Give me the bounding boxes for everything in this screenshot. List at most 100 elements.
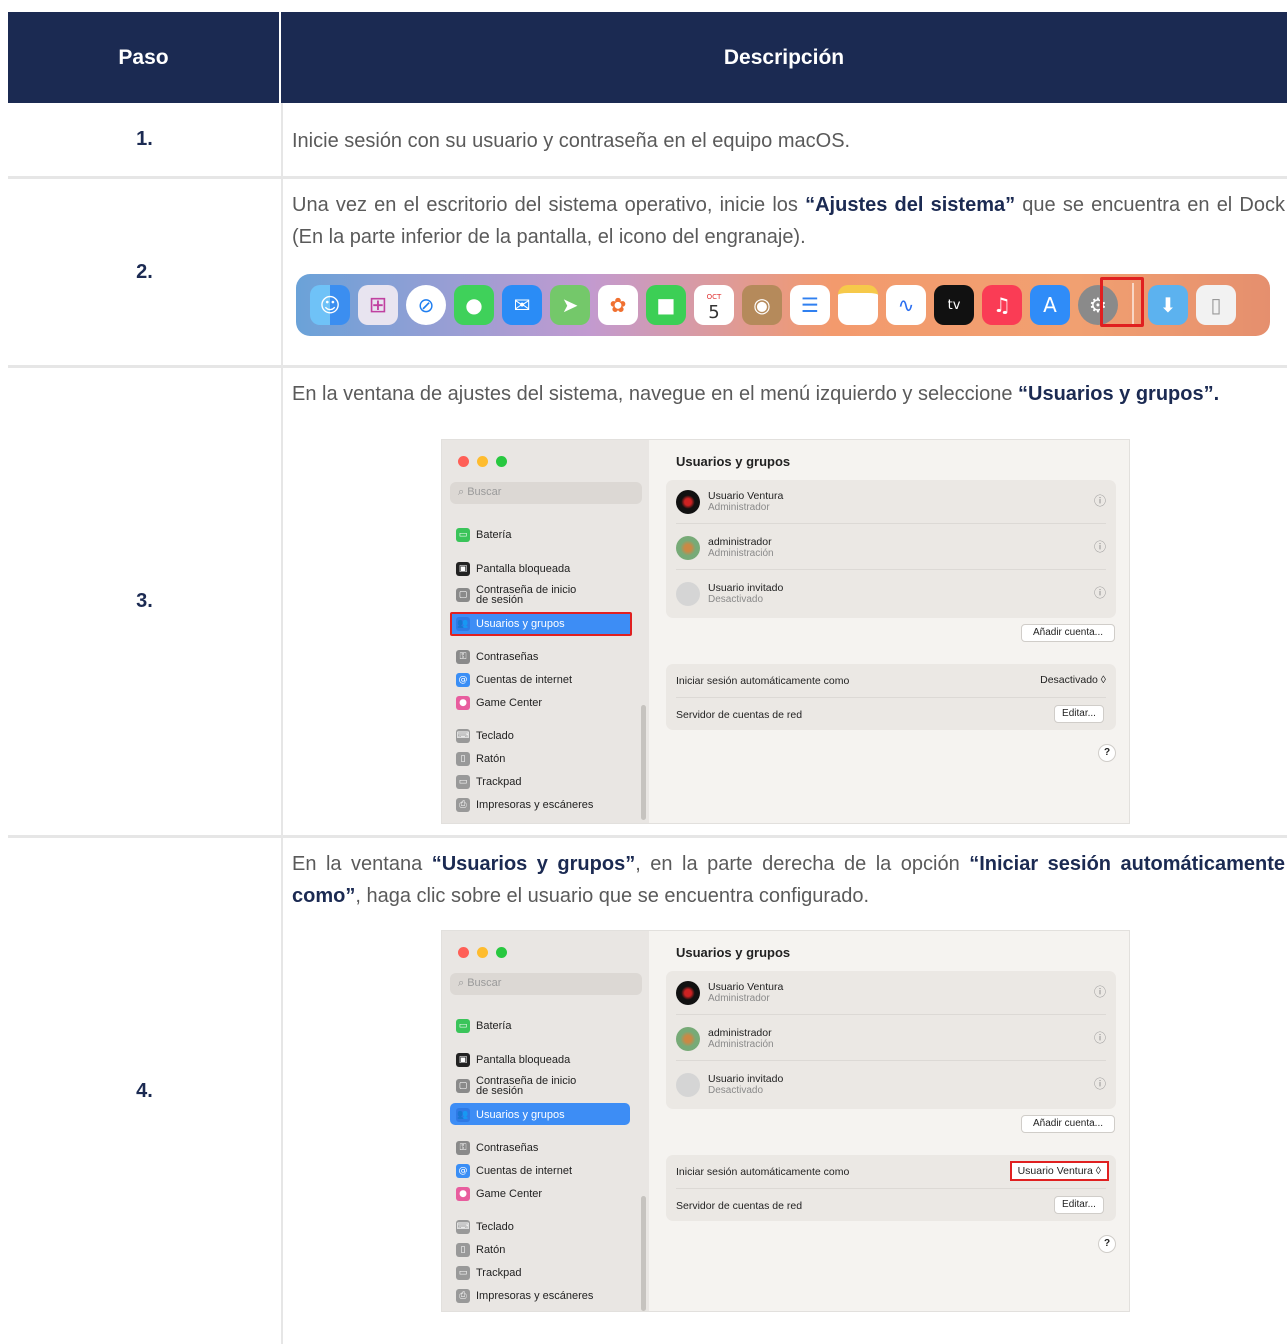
calendar-icon[interactable]: OCT 5: [694, 285, 734, 325]
sidebar-item-label: Impresoras y escáneres: [476, 1290, 594, 1302]
sidebar-item-battery[interactable]: ▭ Batería: [456, 528, 511, 542]
header-step: Paso: [8, 12, 281, 103]
sidebar-item-users[interactable]: 👥 Usuarios y grupos: [456, 617, 565, 631]
search-placeholder: Buscar: [467, 977, 502, 989]
safari-icon[interactable]: ⊘: [406, 285, 446, 325]
info-icon[interactable]: ⓘ: [1094, 983, 1106, 1000]
app-store-icon[interactable]: A: [1030, 285, 1070, 325]
step-number: 2.: [8, 179, 283, 365]
reminders-icon[interactable]: ☰: [790, 285, 830, 325]
sidebar-item-printers[interactable]: ⎙ Impresoras y escáneres: [456, 1289, 593, 1303]
avatar: [676, 536, 700, 560]
table-header: Paso Descripción: [8, 12, 1287, 103]
info-icon[interactable]: ⓘ: [1094, 584, 1106, 601]
close-button[interactable]: [458, 947, 469, 958]
finder-icon[interactable]: ☺: [310, 285, 350, 325]
trash-icon[interactable]: ▯: [1196, 285, 1236, 325]
text-segment: , en la parte derecha de la opción: [635, 853, 970, 875]
help-button[interactable]: ?: [1098, 744, 1116, 762]
freeform-icon[interactable]: ∿: [886, 285, 926, 325]
sidebar-item-printers[interactable]: ⎙ Impresoras y escáneres: [456, 798, 593, 812]
sidebar-item-trackpad[interactable]: ▭ Trackpad: [456, 775, 521, 789]
launchpad-icon[interactable]: ⊞: [358, 285, 398, 325]
info-icon[interactable]: ⓘ: [1094, 1075, 1106, 1092]
search-input[interactable]: ⌕ Buscar: [450, 482, 642, 504]
sidebar-item-label: Cuentas de internet: [476, 674, 573, 686]
sidebar-item-passwords[interactable]: ⚿ Contraseñas: [456, 1141, 538, 1155]
sidebar-item-lock-screen[interactable]: ▣ Pantalla bloqueada: [456, 562, 570, 576]
network-server-row: Servidor de cuentas de red Editar...: [676, 1188, 1106, 1221]
auto-login-label: Iniciar sesión automáticamente como: [676, 675, 850, 687]
list-item[interactable]: administrador Administración ⓘ: [676, 528, 1106, 570]
add-account-button[interactable]: Añadir cuenta...: [1021, 1115, 1115, 1133]
zoom-button[interactable]: [496, 456, 507, 467]
sidebar-item-keyboard[interactable]: ⌨ Teclado: [456, 1220, 514, 1234]
messages-icon[interactable]: ●: [454, 285, 494, 325]
tv-label: tv: [947, 297, 961, 313]
list-item[interactable]: Usuario Ventura Administrador ⓘ: [676, 973, 1106, 1015]
sidebar-scrollbar[interactable]: [641, 1196, 646, 1311]
contacts-icon[interactable]: ◉: [742, 285, 782, 325]
sidebar-item-mouse[interactable]: ▯ Ratón: [456, 1243, 505, 1257]
auto-login-select[interactable]: Desactivado ◊: [1040, 674, 1106, 686]
list-item[interactable]: Usuario Ventura Administrador ⓘ: [676, 482, 1106, 524]
add-account-button[interactable]: Añadir cuenta...: [1021, 624, 1115, 642]
auto-login-label: Iniciar sesión automáticamente como: [676, 1166, 850, 1178]
minimize-button[interactable]: [477, 456, 488, 467]
list-item[interactable]: Usuario invitado Desactivado ⓘ: [676, 1065, 1106, 1107]
list-item[interactable]: Usuario invitado Desactivado ⓘ: [676, 574, 1106, 616]
auto-login-select[interactable]: Usuario Ventura ◊: [1009, 1161, 1109, 1181]
sidebar-item-label: Pantalla bloqueada: [476, 563, 571, 575]
sidebar-item-label: Teclado: [476, 1221, 514, 1233]
sidebar-item-label: Impresoras y escáneres: [476, 799, 594, 811]
edit-button[interactable]: Editar...: [1054, 1196, 1104, 1214]
user-role: Desactivado: [708, 594, 764, 605]
facetime-icon[interactable]: ■: [646, 285, 686, 325]
sidebar-item-internet-accounts[interactable]: @ Cuentas de internet: [456, 673, 572, 687]
help-button[interactable]: ?: [1098, 1235, 1116, 1253]
minimize-button[interactable]: [477, 947, 488, 958]
step-description: Inicie sesión con su usuario y contraseñ…: [283, 103, 1287, 176]
close-button[interactable]: [458, 456, 469, 467]
mail-icon[interactable]: ✉: [502, 285, 542, 325]
sidebar-item-trackpad[interactable]: ▭ Trackpad: [456, 1266, 521, 1280]
edit-button[interactable]: Editar...: [1054, 705, 1104, 723]
bold-segment: “Usuarios y grupos”: [431, 853, 636, 875]
sidebar-item-game-center[interactable]: ● Game Center: [456, 1187, 542, 1201]
step-number: 3.: [8, 368, 283, 835]
notes-icon[interactable]: [838, 285, 878, 325]
search-input[interactable]: ⌕ Buscar: [450, 973, 642, 995]
auto-login-row: Iniciar sesión automáticamente como Usua…: [676, 1155, 1109, 1188]
avatar: [676, 582, 700, 606]
list-item[interactable]: administrador Administración ⓘ: [676, 1019, 1106, 1061]
sidebar-item-game-center[interactable]: ● Game Center: [456, 696, 542, 710]
sidebar-item-login-password[interactable]: ▢ Contraseña de inicio de sesión: [456, 1076, 576, 1097]
sidebar-item-internet-accounts[interactable]: @ Cuentas de internet: [456, 1164, 572, 1178]
downloads-icon[interactable]: ⬇: [1148, 285, 1188, 325]
network-server-label: Servidor de cuentas de red: [676, 709, 803, 721]
info-icon[interactable]: ⓘ: [1094, 1029, 1106, 1046]
sidebar-item-keyboard[interactable]: ⌨ Teclado: [456, 729, 514, 743]
sidebar-item-lock-screen[interactable]: ▣ Pantalla bloqueada: [456, 1053, 570, 1067]
zoom-button[interactable]: [496, 947, 507, 958]
maps-icon[interactable]: ➤: [550, 285, 590, 325]
sidebar-item-login-password[interactable]: ▢ Contraseña de inicio de sesión: [456, 585, 576, 606]
sidebar-item-label: Trackpad: [476, 776, 522, 788]
sidebar-item-passwords[interactable]: ⚿ Contraseñas: [456, 650, 538, 664]
photos-icon[interactable]: ✿: [598, 285, 638, 325]
sidebar-item-label: Ratón: [476, 1244, 506, 1256]
sidebar-item-users[interactable]: 👥 Usuarios y grupos: [456, 1108, 565, 1122]
user-name: Usuario Ventura: [708, 981, 784, 993]
sidebar-item-battery[interactable]: ▭ Batería: [456, 1019, 511, 1033]
info-icon[interactable]: ⓘ: [1094, 492, 1106, 509]
step-text: Inicie sesión con su usuario y contraseñ…: [292, 130, 851, 152]
sidebar-scrollbar[interactable]: [641, 705, 646, 820]
apple-tv-icon[interactable]: tv: [934, 285, 974, 325]
music-icon[interactable]: ♫: [982, 285, 1022, 325]
window-controls: [458, 456, 507, 467]
sidebar-item-mouse[interactable]: ▯ Ratón: [456, 752, 505, 766]
login-settings: Iniciar sesión automáticamente como Desa…: [666, 664, 1116, 730]
sidebar-item-label: Teclado: [476, 730, 514, 742]
info-icon[interactable]: ⓘ: [1094, 538, 1106, 555]
user-role: Administrador: [708, 993, 770, 1004]
